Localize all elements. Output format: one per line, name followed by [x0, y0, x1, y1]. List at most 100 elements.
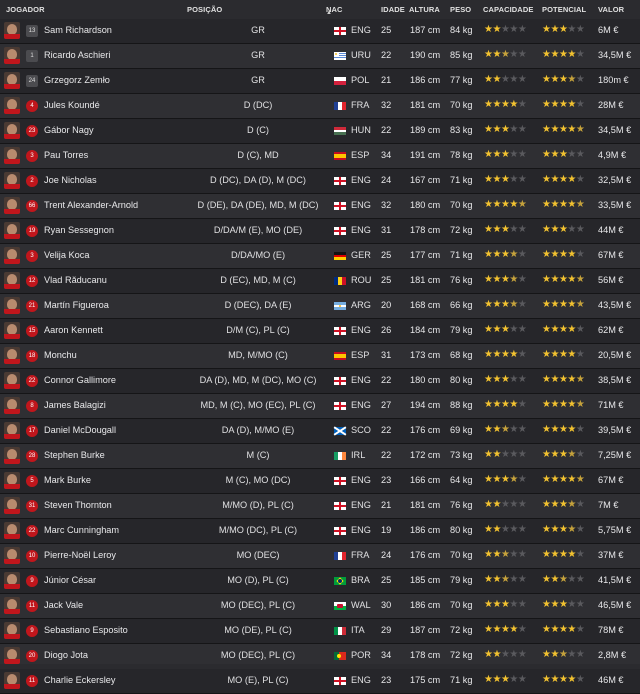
player-name[interactable]: Steven Thornton [44, 500, 112, 510]
header-ability[interactable]: CAPACIDADE [483, 5, 533, 14]
player-nationality[interactable]: FRA [351, 100, 369, 110]
player-avatar[interactable] [4, 197, 20, 214]
player-avatar[interactable] [4, 522, 20, 539]
player-name[interactable]: Pierre-Noël Leroy [44, 550, 116, 560]
player-name[interactable]: Stephen Burke [44, 450, 105, 460]
table-row[interactable]: 12 Vlad Răducanu D (EC), MD, M (C) ROU 25 181… [0, 269, 640, 294]
player-nationality[interactable]: ITA [351, 625, 365, 635]
player-avatar[interactable] [4, 372, 20, 389]
player-nationality[interactable]: ENG [351, 400, 371, 410]
table-row[interactable]: 11 Jack Vale MO (DEC), PL (C) WAL 30 186 cm 70… [0, 594, 640, 619]
player-name[interactable]: Gábor Nagy [44, 125, 94, 135]
player-name[interactable]: Trent Alexander-Arnold [44, 200, 138, 210]
player-name[interactable]: Jack Vale [44, 600, 83, 610]
table-row[interactable]: 18 Monchu MD, M/MO (C) ESP 31 173 cm 68 kg ★★★★… [0, 344, 640, 369]
player-avatar[interactable] [4, 97, 20, 114]
player-nationality[interactable]: SCO [351, 425, 371, 435]
table-row[interactable]: 9 Júnior César MO (D), PL (C) BRA 25 185 cm 79… [0, 569, 640, 594]
player-avatar[interactable] [4, 147, 20, 164]
table-row[interactable]: 2 Joe Nicholas D (DC), DA (D), M (DC) ENG 24… [0, 169, 640, 194]
player-nationality[interactable]: ESP [351, 150, 369, 160]
player-avatar[interactable] [4, 422, 20, 439]
player-name[interactable]: James Balagizi [44, 400, 106, 410]
player-avatar[interactable] [4, 647, 20, 664]
table-row[interactable]: 31 Steven Thornton M/MO (D), PL (C) ENG 21 18… [0, 494, 640, 519]
header-age[interactable]: IDADE [381, 5, 405, 14]
player-name[interactable]: Joe Nicholas [44, 175, 97, 185]
header-weight[interactable]: PESO [450, 5, 471, 14]
player-avatar[interactable] [4, 347, 20, 364]
player-avatar[interactable] [4, 122, 20, 139]
player-nationality[interactable]: ENG [351, 25, 371, 35]
player-name[interactable]: Vlad Răducanu [44, 275, 107, 285]
table-row[interactable]: 21 Martín Figueroa D (DEC), DA (E) ARG 20 168… [0, 294, 640, 319]
player-name[interactable]: Aaron Kennett [44, 325, 103, 335]
player-nationality[interactable]: POR [351, 650, 371, 660]
player-avatar[interactable] [4, 172, 20, 189]
player-name[interactable]: Velija Koca [44, 250, 89, 260]
player-name[interactable]: Grzegorz Zemło [44, 75, 110, 85]
table-row[interactable]: 17 Daniel McDougall DA (D), M/MO (E) SCO 22 1… [0, 419, 640, 444]
table-row[interactable]: 66 Trent Alexander-Arnold D (DE), DA (DE),… [0, 194, 640, 219]
header-position[interactable]: POSIÇÃO [187, 5, 222, 14]
player-avatar[interactable] [4, 497, 20, 514]
player-avatar[interactable] [4, 597, 20, 614]
player-nationality[interactable]: POL [351, 75, 369, 85]
player-avatar[interactable] [4, 222, 20, 239]
player-nationality[interactable]: ROU [351, 275, 371, 285]
player-nationality[interactable]: ENG [351, 325, 371, 335]
player-avatar[interactable] [4, 272, 20, 289]
player-name[interactable]: Júnior César [44, 575, 96, 585]
player-name[interactable]: Marc Cunningham [44, 525, 119, 535]
table-row[interactable]: 11 Charlie Eckersley MO (E), PL (C) ENG 23 17… [0, 669, 640, 694]
player-name[interactable]: Mark Burke [44, 475, 91, 485]
player-name[interactable]: Ricardo Aschieri [44, 50, 110, 60]
player-avatar[interactable] [4, 72, 20, 89]
player-avatar[interactable] [4, 622, 20, 639]
player-nationality[interactable]: URU [351, 50, 371, 60]
player-avatar[interactable] [4, 447, 20, 464]
player-avatar[interactable] [4, 547, 20, 564]
table-row[interactable]: 4 Jules Koundé D (DC) FRA 32 181 cm 70 kg ★★★★★… [0, 94, 640, 119]
table-row[interactable]: 3 Pau Torres D (C), MD ESP 34 191 cm 78 kg ★★★★… [0, 144, 640, 169]
table-row[interactable]: 19 Ryan Sessegnon D/DA/M (E), MO (DE) ENG 31… [0, 219, 640, 244]
player-nationality[interactable]: ENG [351, 675, 371, 685]
table-row[interactable]: 15 Aaron Kennett D/M (C), PL (C) ENG 26 184 c… [0, 319, 640, 344]
header-potential[interactable]: POTENCIAL [542, 5, 586, 14]
player-nationality[interactable]: ENG [351, 475, 371, 485]
player-nationality[interactable]: ENG [351, 375, 371, 385]
player-avatar[interactable] [4, 572, 20, 589]
player-avatar[interactable] [4, 672, 20, 689]
player-nationality[interactable]: ARG [351, 300, 371, 310]
player-avatar[interactable] [4, 22, 20, 39]
table-row[interactable]: 13 Sam Richardson GR ENG 25 187 cm 84 kg ★★★★★ ★… [0, 19, 640, 44]
player-name[interactable]: Connor Gallimore [44, 375, 116, 385]
player-name[interactable]: Sebastiano Esposito [44, 625, 128, 635]
player-nationality[interactable]: IRL [351, 450, 365, 460]
player-nationality[interactable]: ENG [351, 175, 371, 185]
player-avatar[interactable] [4, 397, 20, 414]
table-row[interactable]: 28 Stephen Burke M (C) IRL 22 172 cm 73 kg ★★★★… [0, 444, 640, 469]
player-name[interactable]: Jules Koundé [44, 100, 100, 110]
player-name[interactable]: Monchu [44, 350, 77, 360]
player-avatar[interactable] [4, 297, 20, 314]
player-name[interactable]: Ryan Sessegnon [44, 225, 114, 235]
player-nationality[interactable]: ENG [351, 200, 371, 210]
player-name[interactable]: Pau Torres [44, 150, 88, 160]
player-avatar[interactable] [4, 322, 20, 339]
table-row[interactable]: 1 Ricardo Aschieri GR URU 22 190 cm 85 kg ★★★★★… [0, 44, 640, 69]
table-row[interactable]: 22 Marc Cunningham M/MO (DC), PL (C) ENG 19 1… [0, 519, 640, 544]
header-nationality[interactable]: ▲ NAC [326, 5, 343, 16]
player-nationality[interactable]: FRA [351, 550, 369, 560]
table-row[interactable]: 22 Connor Gallimore DA (D), MD, M (DC), MO… [0, 369, 640, 394]
player-name[interactable]: Daniel McDougall [44, 425, 116, 435]
table-row[interactable]: 9 Sebastiano Esposito MO (DE), PL (C) ITA 29… [0, 619, 640, 644]
table-row[interactable]: 5 Mark Burke M (C), MO (DC) ENG 23 166 cm 64 k… [0, 469, 640, 494]
player-name[interactable]: Diogo Jota [44, 650, 88, 660]
header-player[interactable]: JOGADOR [6, 5, 45, 14]
player-nationality[interactable]: BRA [351, 575, 370, 585]
player-nationality[interactable]: ENG [351, 525, 371, 535]
player-name[interactable]: Charlie Eckersley [44, 675, 115, 685]
player-nationality[interactable]: WAL [351, 600, 371, 610]
table-row[interactable]: 10 Pierre-Noël Leroy MO (DEC) FRA 24 176 cm 70… [0, 544, 640, 569]
